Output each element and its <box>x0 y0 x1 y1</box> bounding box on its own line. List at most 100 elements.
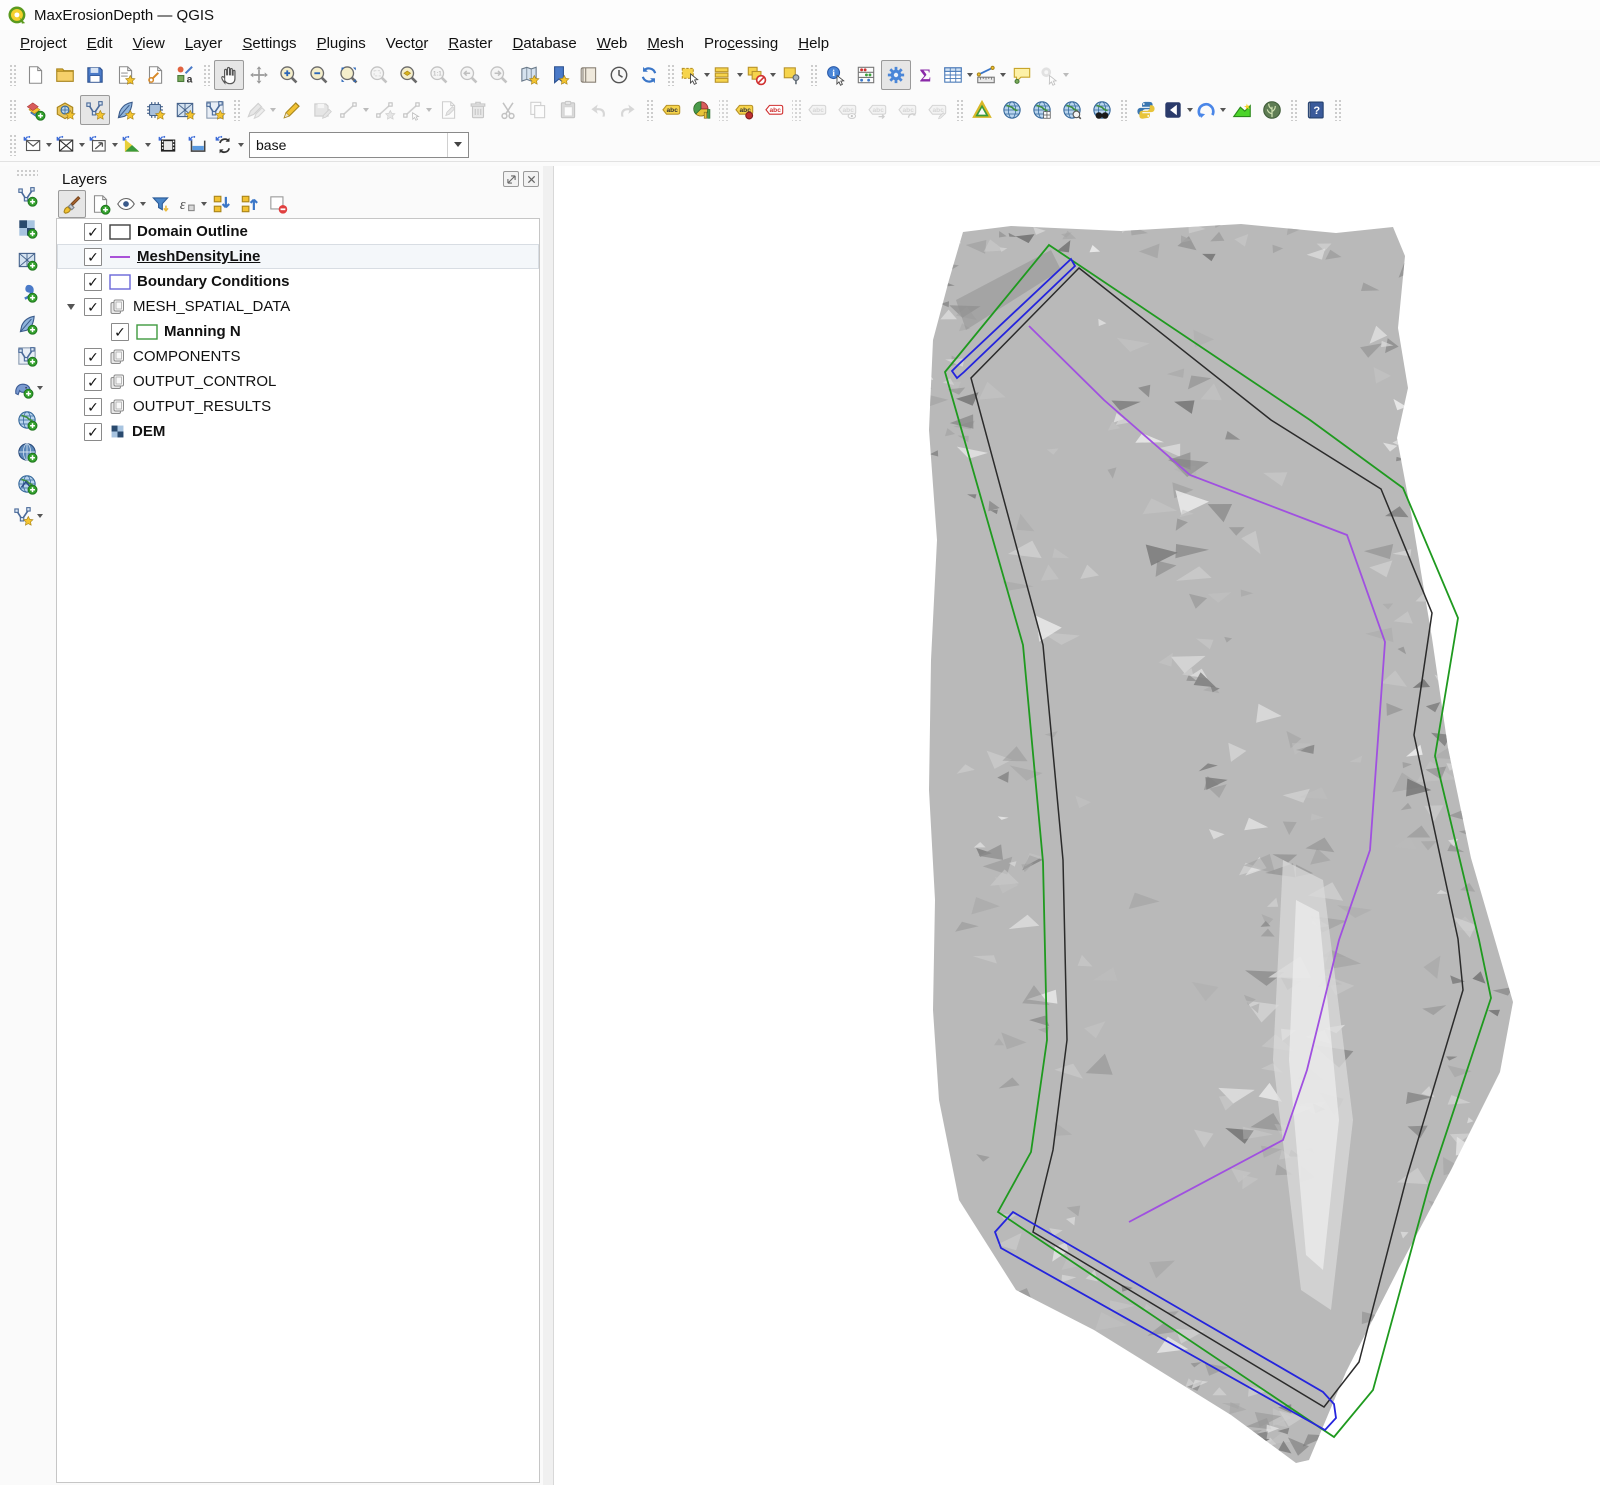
zoom-to-layer-button[interactable] <box>394 60 424 90</box>
menu-project[interactable]: Project <box>10 32 77 55</box>
dropdown-caret-icon[interactable] <box>46 143 52 147</box>
refresh-map-button[interactable] <box>634 60 664 90</box>
layer-checkbox[interactable]: ✓ <box>84 348 102 366</box>
dropdown-caret-icon[interactable] <box>79 143 85 147</box>
new-project-button[interactable] <box>20 60 50 90</box>
layer-item-boundary-conditions[interactable]: ✓Boundary Conditions <box>57 269 539 294</box>
import-empty-file-tool-button[interactable] <box>20 130 53 160</box>
osm-place-search-button[interactable] <box>1087 95 1117 125</box>
measure-line-button[interactable] <box>974 60 1007 90</box>
layer-checkbox[interactable]: ✓ <box>84 423 102 441</box>
vegetation-plugin-button[interactable] <box>1257 95 1287 125</box>
pin-labels-button[interactable]: abc <box>730 95 760 125</box>
dropdown-caret-icon[interactable] <box>112 143 118 147</box>
open-layer-styling-panel-button[interactable] <box>58 190 86 218</box>
code-editor-plugin-button[interactable] <box>1161 95 1194 125</box>
select-by-location-button[interactable] <box>777 60 807 90</box>
zoom-out-button[interactable] <box>304 60 334 90</box>
layer-item-meshdensityline[interactable]: ✓MeshDensityLine <box>57 244 539 269</box>
dropdown-caret-icon[interactable] <box>967 73 973 77</box>
select-features-button[interactable] <box>678 60 711 90</box>
layer-item-mesh-spatial-data[interactable]: ✓MESH_SPATIAL_DATA <box>57 294 539 319</box>
pan-to-selection-button[interactable] <box>244 60 274 90</box>
layer-item-output-control[interactable]: ✓OUTPUT_CONTROL <box>57 369 539 394</box>
save-project-button[interactable] <box>80 60 110 90</box>
statistical-summary-button[interactable] <box>851 60 881 90</box>
new-shapefile-layer-button[interactable] <box>200 95 230 125</box>
menu-layer[interactable]: Layer <box>175 32 233 55</box>
toggle-editing-button[interactable] <box>277 95 307 125</box>
identify-features-button[interactable]: i <box>821 60 851 90</box>
layer-diagram-options-button[interactable] <box>687 95 717 125</box>
layer-item-output-results[interactable]: ✓OUTPUT_RESULTS <box>57 394 539 419</box>
layer-labeling-options-button[interactable]: abc <box>657 95 687 125</box>
new-temporary-scratch-layer-button[interactable] <box>80 95 110 125</box>
close-panel-icon[interactable] <box>523 171 539 187</box>
menu-mesh[interactable]: Mesh <box>637 32 694 55</box>
add-wms-wmts-layer-button[interactable] <box>12 405 42 435</box>
open-project-button[interactable] <box>50 60 80 90</box>
map-tips-button[interactable] <box>1007 60 1037 90</box>
add-spatialite-layer-button[interactable] <box>12 309 42 339</box>
add-raster-layer-button[interactable] <box>12 213 42 243</box>
layer-item-domain-outline[interactable]: ✓Domain Outline <box>57 219 539 244</box>
bookmark-manager-button[interactable] <box>574 60 604 90</box>
menu-database[interactable]: Database <box>503 32 587 55</box>
manage-map-themes-button[interactable] <box>114 190 147 218</box>
dropdown-caret-icon[interactable] <box>1187 108 1193 112</box>
dropdown-caret-icon[interactable] <box>770 73 776 77</box>
deselect-features-button[interactable] <box>744 60 777 90</box>
layer-item-dem[interactable]: ✓DEM <box>57 419 539 444</box>
style-manager-button[interactable]: a <box>170 60 200 90</box>
layer-checkbox[interactable]: ✓ <box>84 298 102 316</box>
tin-style-tool-button[interactable] <box>119 130 152 160</box>
chevron-down-icon[interactable] <box>447 133 468 157</box>
add-postgis-layer-button[interactable] <box>11 373 44 403</box>
dropdown-caret-icon[interactable] <box>270 108 276 112</box>
menu-help[interactable]: Help <box>788 32 839 55</box>
menu-processing[interactable]: Processing <box>694 32 788 55</box>
highlight-pinned-labels-button[interactable]: abc <box>760 95 790 125</box>
layer-item-manning-n[interactable]: ✓Manning N <box>57 319 539 344</box>
layer-checkbox[interactable]: ✓ <box>84 223 102 241</box>
terrain-shading-plugin-button[interactable] <box>1227 95 1257 125</box>
open-attribute-table-button[interactable] <box>941 60 974 90</box>
new-print-layout-button[interactable] <box>110 60 140 90</box>
add-wfs-layer-button[interactable] <box>12 469 42 499</box>
dropdown-caret-icon[interactable] <box>1000 73 1006 77</box>
new-virtual-layer-button[interactable] <box>170 95 200 125</box>
select-by-value-button[interactable] <box>711 60 744 90</box>
pan-map-button[interactable] <box>214 60 244 90</box>
new-annotation-layer-button[interactable] <box>110 95 140 125</box>
menu-settings[interactable]: Settings <box>232 32 306 55</box>
dropdown-caret-icon[interactable] <box>426 108 432 112</box>
panel-splitter[interactable] <box>543 166 553 1485</box>
menu-web[interactable]: Web <box>587 32 638 55</box>
add-virtual-layer-button[interactable] <box>12 341 42 371</box>
new-geopackage-layer-button[interactable] <box>50 95 80 125</box>
dropdown-caret-icon[interactable] <box>1063 73 1069 77</box>
add-group-button[interactable] <box>86 190 114 218</box>
remove-tuflow-layer-tool-button[interactable] <box>53 130 86 160</box>
show-layout-manager-button[interactable] <box>140 60 170 90</box>
dropdown-caret-icon[interactable] <box>37 386 43 390</box>
export-tool-button[interactable] <box>86 130 119 160</box>
data-source-manager-button[interactable] <box>20 95 50 125</box>
python-console-button[interactable] <box>1131 95 1161 125</box>
add-xyz-tiles-button[interactable] <box>1027 95 1057 125</box>
dropdown-caret-icon[interactable] <box>1220 108 1226 112</box>
layer-checkbox[interactable]: ✓ <box>84 398 102 416</box>
dropdown-caret-icon[interactable] <box>704 73 710 77</box>
scenario-selector[interactable]: base <box>249 132 469 158</box>
menu-view[interactable]: View <box>123 32 175 55</box>
dropdown-caret-icon[interactable] <box>238 143 244 147</box>
dropdown-caret-icon[interactable] <box>737 73 743 77</box>
filter-legend-button[interactable] <box>147 190 175 218</box>
help-contents-button[interactable]: ? <box>1301 95 1331 125</box>
processing-toolbox-button[interactable] <box>881 60 911 90</box>
dropdown-caret-icon[interactable] <box>140 202 146 206</box>
reload-data-tool-button[interactable] <box>212 130 245 160</box>
add-vector-layer-button[interactable] <box>12 181 42 211</box>
add-wms-layer-button[interactable] <box>997 95 1027 125</box>
expander-icon[interactable] <box>67 304 75 310</box>
